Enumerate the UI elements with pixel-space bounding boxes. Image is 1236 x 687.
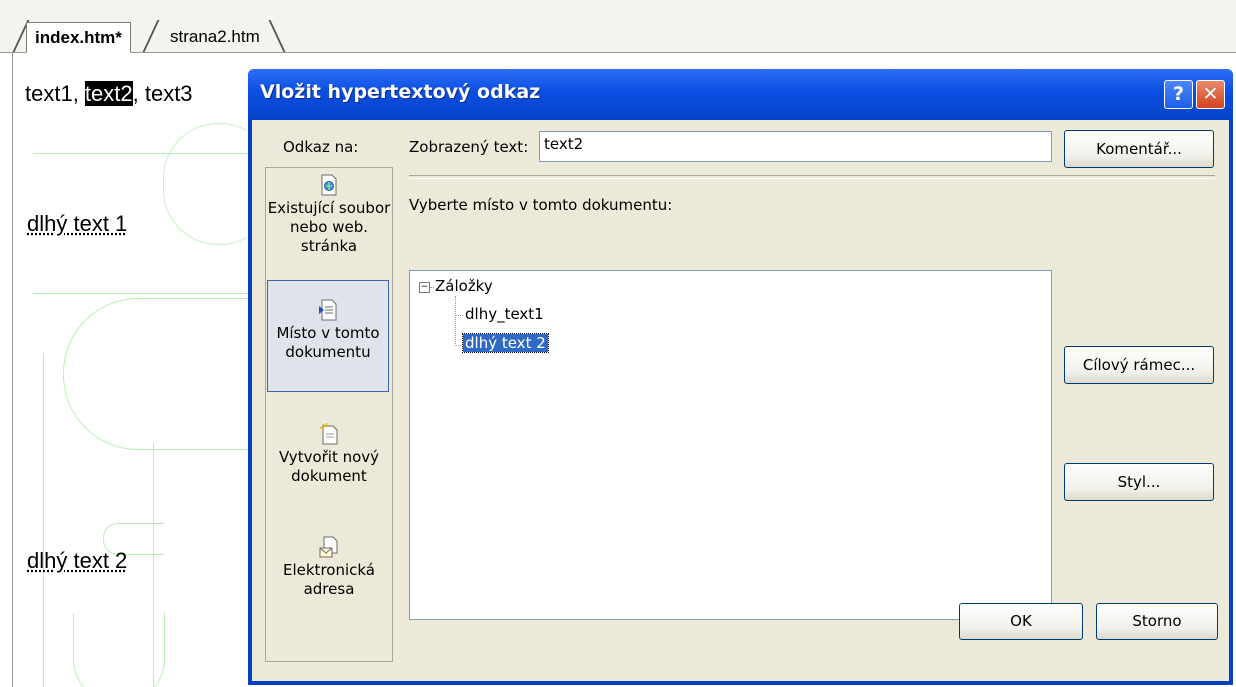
display-text-label: Zobrazený text: [409,138,529,156]
place-new-document-label: Vytvořit nový dokument [278,448,380,485]
place-in-document-icon [319,299,337,321]
text1-run: text1, [25,81,85,106]
document-line-1[interactable]: text1, text2, text3 [25,81,193,107]
link-to-panel: Existující soubor nebo web. stránka Míst… [265,167,393,662]
tab-index-htm[interactable]: index.htm* [26,22,131,53]
tree-connector [455,345,461,346]
help-button[interactable]: ? [1164,80,1193,109]
place-email-address-label: Elektronická adresa [283,561,375,598]
decoration-line [43,353,44,687]
anchor-dlhy-text-2[interactable]: dlhý text 2 [27,548,127,574]
place-new-document[interactable]: Vytvořit nový dokument [266,423,392,486]
close-button[interactable]: ✕ [1196,80,1225,109]
new-document-icon [319,423,338,445]
cancel-button[interactable]: Storno [1096,603,1218,640]
decoration-line [33,153,263,154]
tab-edge [142,20,160,52]
dialog-client-area: Odkaz na: Existující soubor nebo web. st… [252,120,1229,681]
decoration-shape [73,613,165,687]
dialog-title: Vložit hypertextový odkaz [260,81,541,103]
existing-file-icon [321,174,337,196]
select-place-label: Vyberte místo v tomto dokumentu: [409,196,673,214]
tree-node-dlhy-text-2[interactable]: dlhý text 2 [462,333,549,353]
style-button[interactable]: Styl... [1064,463,1214,501]
tab-strana2-htm[interactable]: strana2.htm [160,22,270,52]
place-email-address[interactable]: Elektronická adresa [266,536,392,599]
tree-connector [455,296,456,346]
editor-tab-bar: index.htm* strana2.htm [0,0,1236,53]
bookmark-tree[interactable]: − Záložky dlhy_text1 dlhý text 2 [409,270,1052,620]
separator [409,175,1215,179]
place-existing-file-label: Existující soubor nebo web. stránka [267,199,391,255]
anchor-dlhy-text-1[interactable]: dlhý text 1 [27,211,127,237]
place-existing-file[interactable]: Existující soubor nebo web. stránka [266,174,392,256]
dialog-title-bar[interactable]: Vložit hypertextový odkaz ? ✕ [248,69,1233,120]
tree-connector [455,315,463,316]
insert-hyperlink-dialog: Vložit hypertextový odkaz ? ✕ Odkaz na: … [248,69,1233,685]
collapse-icon[interactable]: − [419,282,430,293]
tree-node-dlhy-text1[interactable]: dlhy_text1 [465,305,544,323]
display-text-input[interactable]: text2 [539,131,1052,162]
tree-node-bookmarks[interactable]: Záložky [435,277,493,295]
place-in-document[interactable]: Místo v tomto dokumentu [267,280,389,392]
ok-button[interactable]: OK [959,603,1083,640]
email-address-icon [319,536,338,558]
tab-edge [268,20,286,52]
text3-run: , text3 [132,81,193,106]
link-to-label: Odkaz na: [283,138,359,156]
place-in-document-label: Místo v tomto dokumentu [276,324,380,361]
comment-button[interactable]: Komentář... [1064,130,1214,168]
tree-connector [430,287,434,288]
selected-text[interactable]: text2 [84,81,133,106]
target-frame-button[interactable]: Cílový rámec... [1064,346,1214,384]
